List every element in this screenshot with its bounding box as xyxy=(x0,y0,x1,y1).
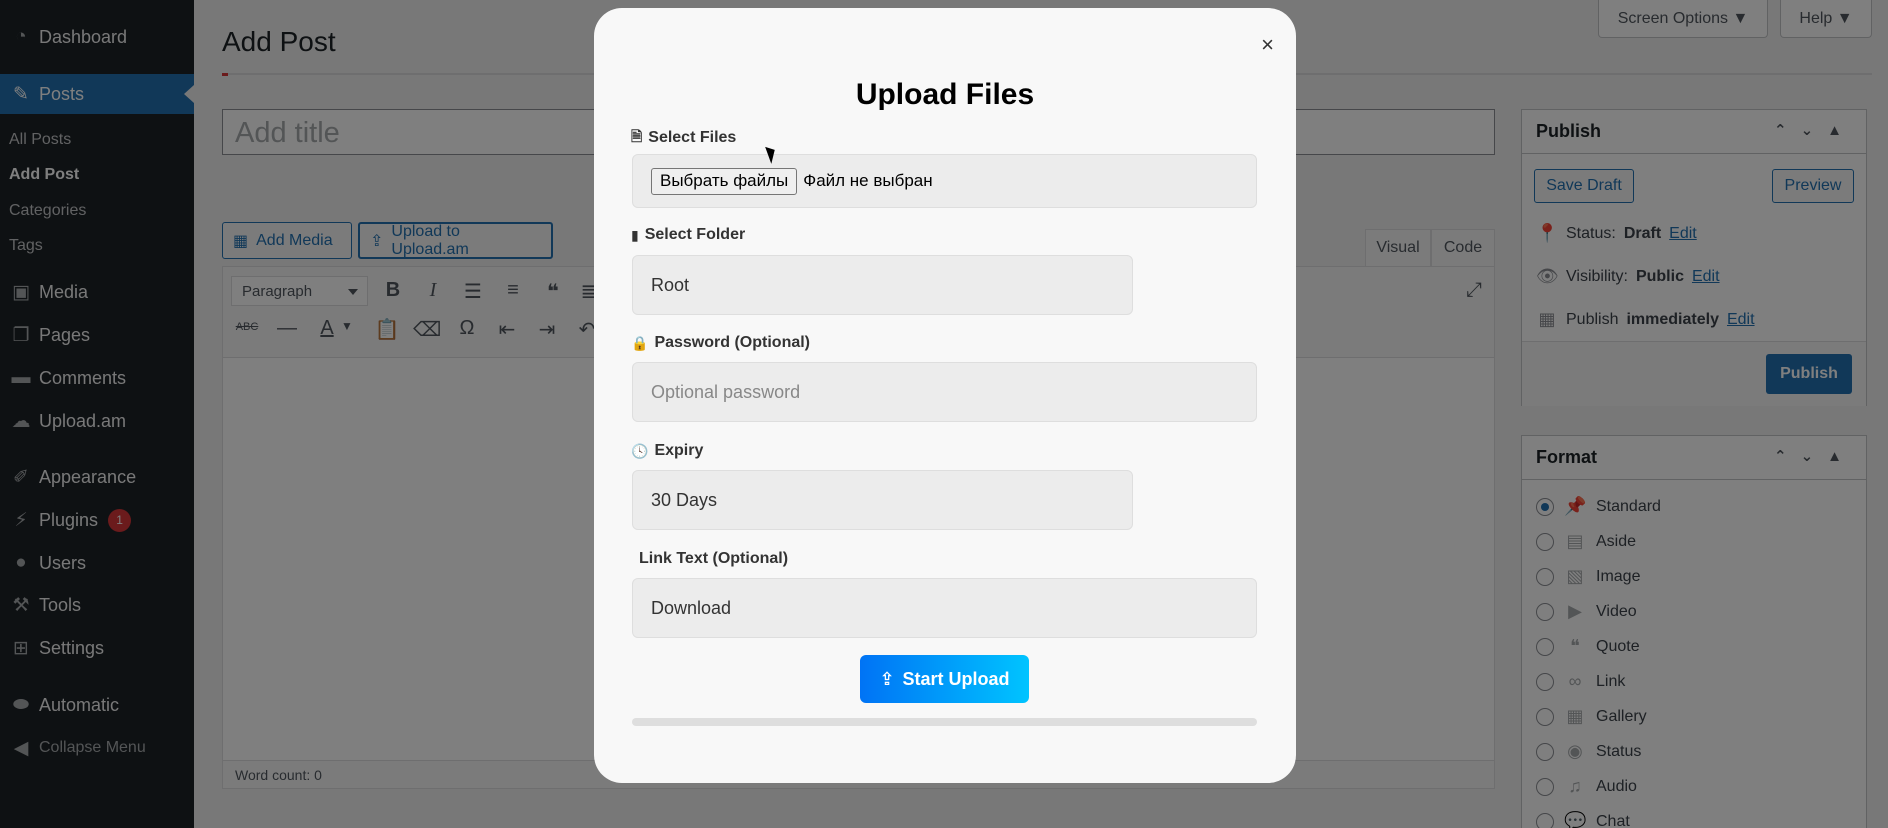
folder-icon: ▮ xyxy=(631,226,639,243)
password-label: 🔒 Password (Optional) xyxy=(631,334,810,352)
file-plus-icon: 🗎 xyxy=(631,128,643,144)
upload-icon: ⇪ xyxy=(879,668,895,689)
select-folder-label: ▮ Select Folder xyxy=(631,226,745,244)
label-text: Expiry xyxy=(654,442,704,459)
select-files-label: 🗎 Select Files xyxy=(631,126,736,150)
start-upload-label: Start Upload xyxy=(902,668,1010,689)
link-text-input[interactable]: Download xyxy=(632,578,1257,638)
label-text: Select Folder xyxy=(644,226,746,243)
close-icon[interactable]: × xyxy=(1261,32,1274,58)
password-input[interactable]: Optional password xyxy=(632,362,1257,422)
clock-icon: 🕓 xyxy=(631,442,649,459)
lock-icon: 🔒 xyxy=(631,334,649,351)
file-input[interactable]: Выбрать файлы Файл не выбран xyxy=(632,154,1257,208)
link-text-label: Link Text (Optional) xyxy=(639,550,789,567)
upload-progress-bar xyxy=(632,718,1257,726)
modal-title: Upload Files xyxy=(855,78,1035,111)
expiry-select[interactable]: 30 Days xyxy=(632,470,1133,530)
file-status: Файл не выбран xyxy=(803,171,933,190)
upload-files-modal: × Upload Files 🗎 Select Files Выбрать фа… xyxy=(594,8,1296,783)
choose-files-button[interactable]: Выбрать файлы xyxy=(651,167,798,195)
start-upload-button[interactable]: ⇪ Start Upload xyxy=(860,655,1029,703)
folder-select[interactable]: Root xyxy=(632,255,1133,315)
label-text: Password (Optional) xyxy=(654,334,811,351)
label-text: Select Files xyxy=(648,129,737,146)
expiry-label: 🕓 Expiry xyxy=(631,442,703,460)
